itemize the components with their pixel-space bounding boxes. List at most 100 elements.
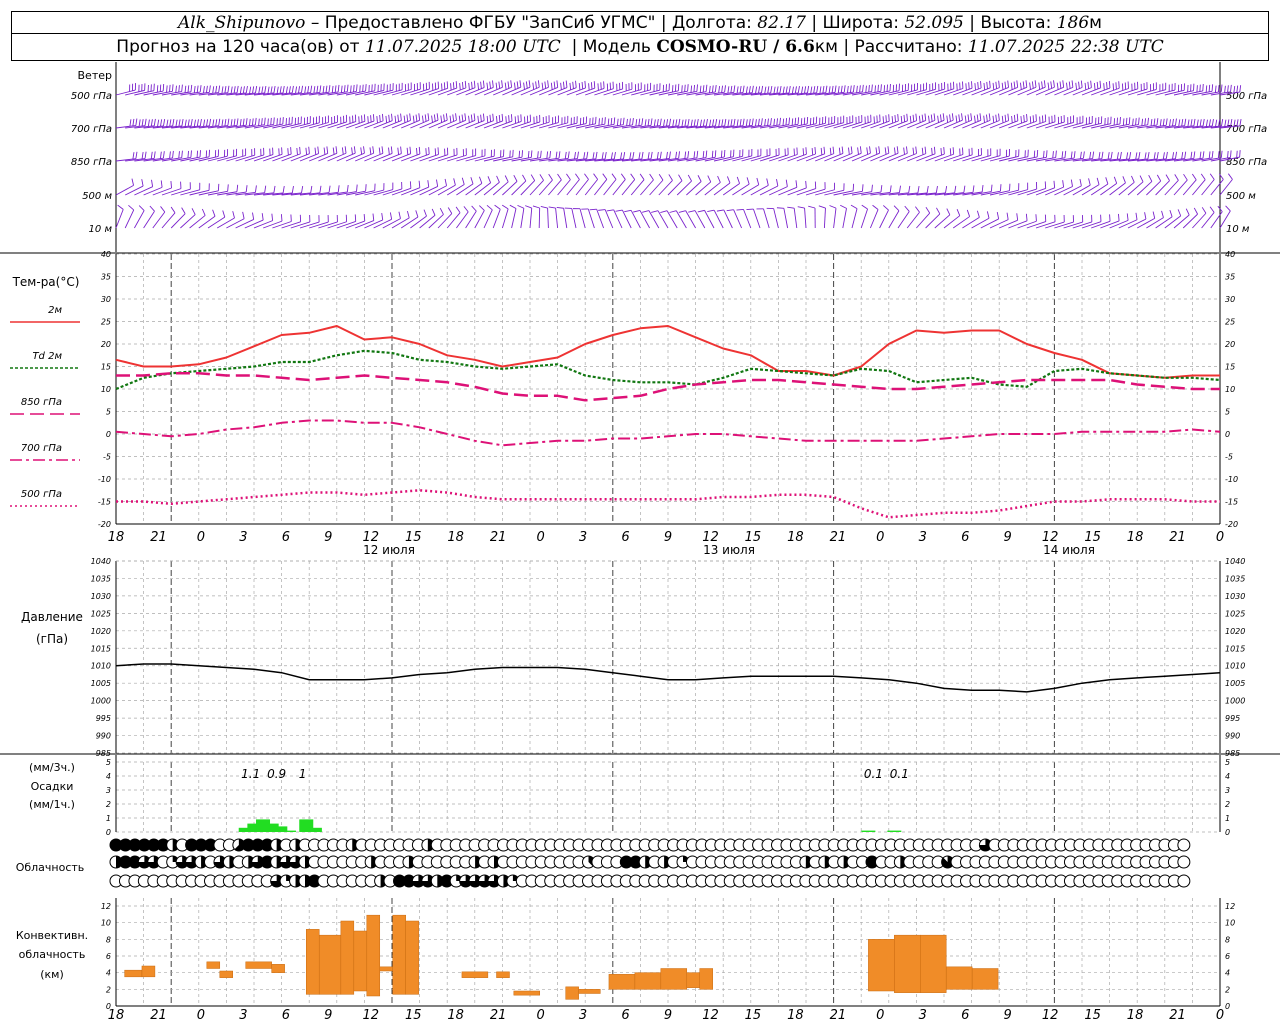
wind-barb-feather bbox=[687, 118, 690, 127]
temp-panel-ytick-left: -20 bbox=[98, 520, 111, 529]
wind-barb bbox=[769, 186, 788, 196]
wind-barb bbox=[364, 152, 384, 162]
wind-barb-feather bbox=[254, 117, 257, 125]
wind-barb-feather bbox=[1046, 150, 1048, 158]
wind-barb-feather bbox=[212, 209, 216, 217]
wind-barb-feather bbox=[131, 178, 134, 186]
wind-barb-feather bbox=[776, 118, 779, 126]
wind-barb-feather bbox=[1070, 179, 1073, 187]
wind-barb bbox=[869, 209, 879, 229]
wind-barb-feather bbox=[764, 86, 767, 94]
temp-panel-ytick-left: -5 bbox=[103, 453, 111, 462]
wind-barb-feather bbox=[218, 85, 221, 93]
wind-barb-feather bbox=[557, 173, 562, 181]
wind-barb-feather bbox=[1041, 81, 1043, 89]
wind-barb-feather bbox=[903, 147, 905, 155]
wind-barb-feather bbox=[1193, 151, 1196, 159]
wind-barb bbox=[198, 190, 219, 196]
wind-barb-feather bbox=[983, 115, 985, 123]
wind-barb-feather bbox=[1211, 150, 1214, 159]
wind-barb-feather bbox=[282, 85, 285, 94]
wind-barb-feather bbox=[397, 114, 400, 122]
day-label: 12 июля bbox=[363, 543, 415, 557]
convective-bar bbox=[318, 934, 342, 995]
wind-barb-feather bbox=[992, 115, 995, 123]
wind-barb-feather bbox=[550, 82, 553, 90]
wind-barb-feather bbox=[310, 85, 313, 93]
wind-barb bbox=[824, 189, 844, 196]
wind-barb-feather bbox=[191, 208, 196, 215]
pressure-panel-ytick-left: 1000 bbox=[91, 697, 111, 706]
convective-bar bbox=[271, 964, 285, 973]
wind-barb-feather bbox=[1205, 119, 1208, 127]
wind-barb-feather bbox=[1050, 81, 1053, 89]
wind-barb-feather bbox=[1082, 151, 1085, 159]
wind-barb-feather bbox=[633, 210, 641, 213]
wind-barb-feather bbox=[776, 86, 779, 94]
temp-panel-xtick: 9 bbox=[324, 530, 332, 545]
wind-barb-feather bbox=[1181, 119, 1184, 127]
wind-barb-feather bbox=[751, 85, 754, 93]
wind-barb-feather bbox=[1096, 81, 1099, 89]
wind-barb bbox=[833, 208, 837, 229]
wind-barb-feather bbox=[808, 205, 816, 209]
wind-barb-feather bbox=[1016, 213, 1019, 221]
temp-legend-label: 700 гПа bbox=[21, 443, 62, 454]
wind-barb-feather bbox=[1106, 82, 1108, 90]
wind-barb-feather bbox=[1062, 180, 1065, 188]
precip-bar bbox=[887, 830, 902, 832]
wind-barb-feather bbox=[264, 185, 267, 193]
wind-barb-feather bbox=[813, 86, 816, 94]
wind-barb-feather bbox=[489, 81, 491, 89]
wind-barb-feather bbox=[190, 84, 193, 92]
wind-barb-feather bbox=[450, 83, 452, 91]
wind-barb bbox=[235, 219, 254, 229]
wind-barb-feather bbox=[1073, 151, 1076, 159]
wind-barb-feather bbox=[369, 147, 372, 155]
wind-barb-feather bbox=[372, 114, 375, 122]
wind-barb-feather bbox=[980, 80, 982, 89]
wind-barb-feather bbox=[1209, 206, 1215, 213]
wind-barb-feather bbox=[288, 86, 291, 94]
wind-barb-feather bbox=[875, 147, 878, 155]
wind-barb-feather bbox=[761, 85, 764, 93]
wind-barb-feather bbox=[593, 173, 599, 180]
wind-barb-feather bbox=[307, 85, 310, 94]
wind-barb bbox=[502, 86, 521, 96]
wind-barb-feather bbox=[928, 115, 930, 123]
wind-barb-feather bbox=[439, 207, 444, 215]
wind-barb-feather bbox=[296, 147, 298, 155]
precip-panel-ytick-left: 2 bbox=[106, 800, 111, 809]
wind-barb-feather bbox=[595, 151, 598, 159]
pressure-panel-ytick-right: 995 bbox=[1225, 714, 1240, 723]
wind-barb-feather bbox=[486, 115, 489, 123]
wind-barb bbox=[299, 221, 320, 229]
wind-barb-feather bbox=[175, 85, 177, 93]
wind-barb-feather bbox=[489, 114, 492, 122]
wind-barb bbox=[675, 210, 687, 229]
wind-barb-feather bbox=[979, 113, 982, 121]
wind-barb-feather bbox=[1161, 210, 1164, 218]
temp-panel-xtick: 18 bbox=[1127, 530, 1144, 545]
wind-barb bbox=[1127, 218, 1147, 229]
wind-barb-feather bbox=[696, 150, 699, 158]
wind-barb-feather bbox=[537, 80, 540, 88]
temp-panel-xtick: 18 bbox=[447, 530, 464, 545]
wind-barb-feather bbox=[1169, 209, 1173, 217]
wind-barb-feather bbox=[276, 118, 278, 126]
wind-barb-feather bbox=[230, 119, 233, 127]
convective-bar bbox=[306, 929, 320, 995]
convective-panel-xtick: 18 bbox=[1127, 1008, 1144, 1023]
wind-barb-feather bbox=[233, 118, 236, 126]
wind-barb bbox=[833, 152, 853, 162]
wind-barb bbox=[1164, 215, 1181, 229]
wind-barb-feather bbox=[850, 204, 858, 210]
temp-panel-ytick-left: -15 bbox=[98, 498, 111, 507]
wind-barb-feather bbox=[553, 81, 556, 89]
cloud-symbol bbox=[1177, 838, 1191, 852]
wind-barb bbox=[773, 208, 779, 229]
wind-barb-feather bbox=[988, 113, 991, 121]
wind-barb-feather bbox=[668, 151, 671, 159]
wind-barb-feather bbox=[896, 146, 899, 154]
wind-barb-feather bbox=[523, 82, 525, 90]
